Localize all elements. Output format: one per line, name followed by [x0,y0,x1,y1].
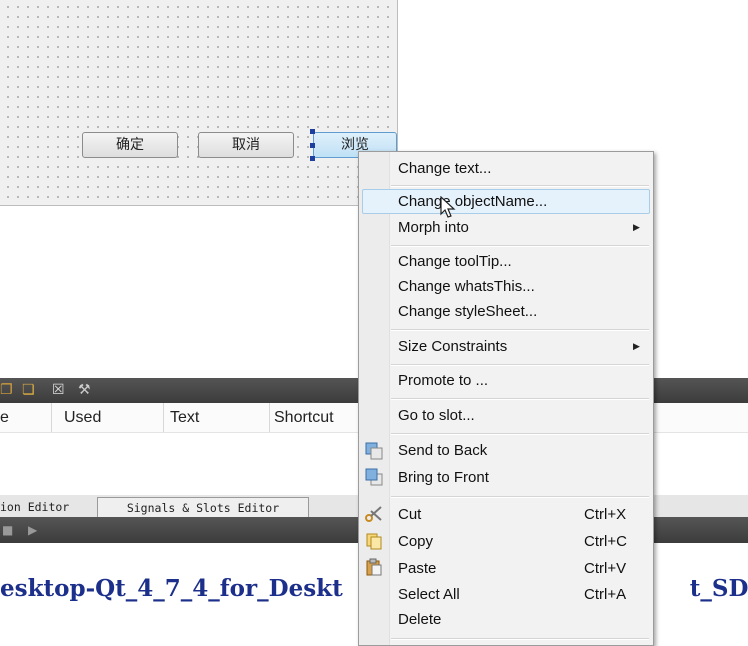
menu-item-size-constraints[interactable]: Size Constraints [398,338,507,355]
copy-shortcut: Ctrl+C [584,533,627,550]
column-header-shortcut[interactable]: Shortcut [270,403,360,432]
menu-item-change-whatsthis[interactable]: Change whatsThis... [398,278,535,295]
menu-item-morph-into[interactable]: Morph into [398,219,469,236]
select-all-shortcut: Ctrl+A [584,586,627,603]
cancel-button[interactable]: 取消 [198,132,294,158]
paste-shortcut: Ctrl+V [584,560,627,577]
menu-item-cut[interactable]: Cut [398,506,421,523]
copy-icon[interactable]: ❐ [0,378,13,403]
copy-icon [366,533,382,550]
run-icon[interactable]: ▶ [28,517,37,543]
paste-icon [366,558,382,576]
menu-separator [391,329,649,331]
menu-separator [391,364,649,366]
menu-separator [391,185,649,187]
cut-shortcut: Ctrl+X [584,506,627,523]
selection-handle[interactable] [310,156,315,161]
form-canvas[interactable]: 确定 取消 浏览 [0,0,398,206]
send-to-back-icon [365,442,383,460]
delete-icon[interactable]: ☒ [52,378,65,403]
wrench-icon[interactable]: ⚒ [78,378,91,403]
menu-item-delete[interactable]: Delete [398,611,441,628]
submenu-arrow-icon: ▶ [633,342,640,352]
column-header-name[interactable]: e [0,403,52,432]
menu-separator [391,433,649,435]
stop-icon[interactable]: ■ [2,517,13,543]
menu-item-promote-to[interactable]: Promote to ... [398,372,488,389]
menu-separator [391,638,649,640]
build-path-suffix: t_SDK) [689,575,748,602]
menu-item-change-text[interactable]: Change text... [398,160,491,177]
menu-separator [391,398,649,400]
paste-icon[interactable]: ❏ [22,378,35,403]
tab-signals-slots-editor[interactable]: Signals & Slots Editor [97,497,309,517]
menu-item-paste[interactable]: Paste [398,560,436,577]
menu-item-go-to-slot[interactable]: Go to slot... [398,407,475,424]
column-header-text[interactable]: Text [166,403,270,432]
context-menu: Change text... Change objectName... Morp… [358,151,654,646]
selection-handle[interactable] [310,129,315,134]
menu-item-change-stylesheet[interactable]: Change styleSheet... [398,303,537,320]
menu-item-bring-to-front[interactable]: Bring to Front [398,469,489,486]
menu-item-send-to-back[interactable]: Send to Back [398,442,487,459]
mouse-cursor-icon [440,196,456,218]
scissors-icon [365,506,382,522]
bring-to-front-icon [365,468,383,486]
menu-item-change-objectname[interactable]: Change objectName... [398,193,547,210]
menu-item-change-tooltip[interactable]: Change toolTip... [398,253,512,270]
column-header-used[interactable]: Used [60,403,164,432]
menu-item-copy[interactable]: Copy [398,533,433,550]
build-path-prefix: esktop-Qt_4_7_4_for_Deskt [0,575,343,602]
menu-separator [391,245,649,247]
selection-handle[interactable] [310,143,315,148]
tab-action-editor[interactable]: ion Editor [0,497,69,517]
submenu-arrow-icon: ▶ [633,223,640,233]
menu-separator [391,496,649,498]
ok-button[interactable]: 确定 [82,132,178,158]
menu-item-select-all[interactable]: Select All [398,586,460,603]
